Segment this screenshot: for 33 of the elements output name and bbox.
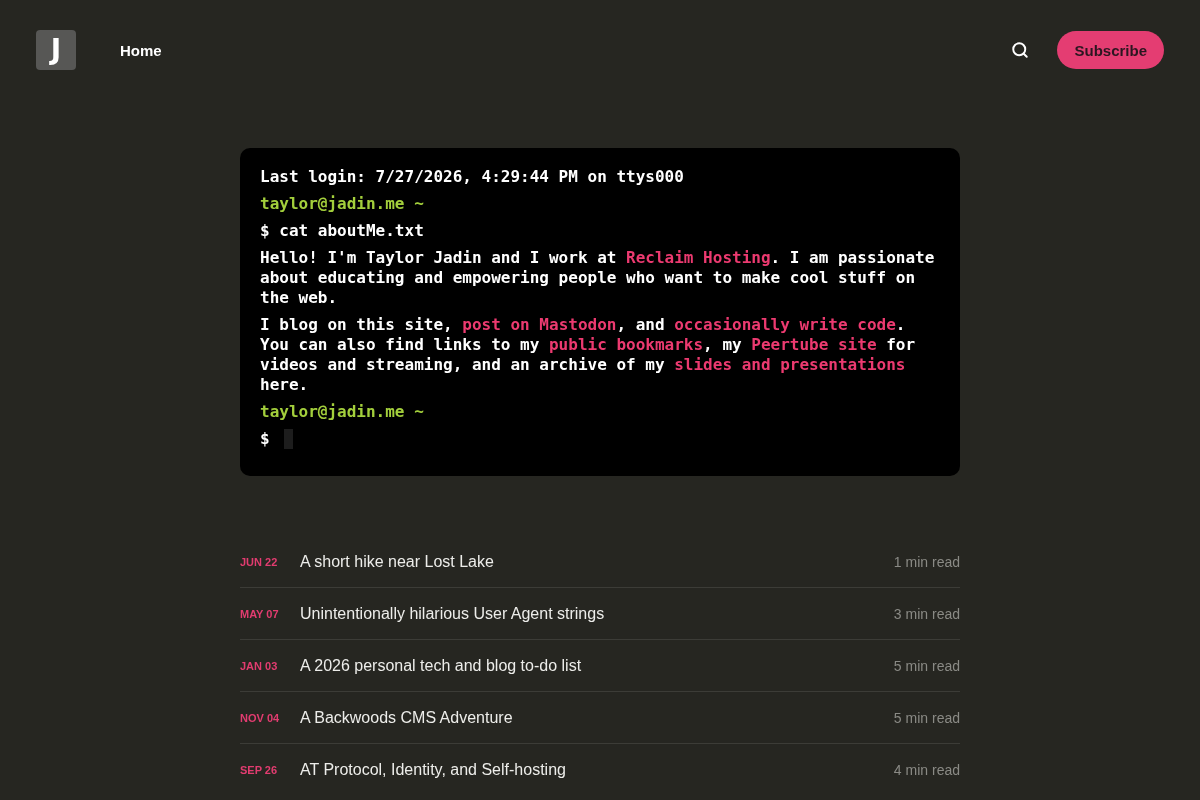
- post-date: SEP 26: [240, 763, 279, 776]
- text-cursor-icon: [283, 429, 293, 449]
- post-title-link[interactable]: A Backwoods CMS Adventure: [300, 708, 513, 727]
- read-time: 5 min read: [893, 709, 960, 726]
- post-title-link[interactable]: AT Protocol, Identity, and Self-hosting: [300, 760, 566, 779]
- terminal-command: $ cat aboutMe.txt: [260, 221, 425, 241]
- terminal-paragraph: I blog on this site, post on Mastodon, and occasionally write code. You can also find links to my public bookmarks, my Peertube site for videos and streaming, and an archive of my slides and presentations here.: [260, 315, 917, 395]
- subscribe-button[interactable]: Subscribe: [1057, 31, 1164, 69]
- read-time: 5 min read: [893, 657, 960, 674]
- search-icon[interactable]: [1011, 41, 1030, 59]
- text-link[interactable]: Reclaim Hosting: [626, 248, 771, 267]
- terminal-prompt-symbol: $: [260, 429, 270, 449]
- post-title-link[interactable]: A short hike near Lost Lake: [300, 552, 494, 571]
- text-link[interactable]: occasionally write code: [674, 315, 896, 334]
- terminal-paragraph: Hello! I'm Taylor Jadin and I work at Reclaim Hosting. I am passionate about educating and empowering people who want to make cool stuff on the web.: [260, 248, 936, 308]
- terminal-output-line: Last login: 7/27/2026, 4:29:44 PM on ttys000: [260, 167, 685, 187]
- terminal-prompt: taylor@jadin.me ~: [260, 402, 425, 422]
- post-date: MAY 07: [240, 607, 280, 620]
- text-link[interactable]: Peertube site: [751, 335, 877, 354]
- site-logo[interactable]: J: [36, 30, 76, 70]
- post-title-link[interactable]: Unintentionally hilarious User Agent strings: [300, 604, 605, 623]
- terminal-prompt: taylor@jadin.me ~: [260, 194, 425, 214]
- read-time: 4 min read: [893, 761, 960, 778]
- nav-link[interactable]: Home: [120, 41, 162, 59]
- post-date: NOV 04: [240, 711, 281, 724]
- post-date: JUN 22: [240, 555, 279, 568]
- read-time: 3 min read: [893, 605, 960, 622]
- post-title-link[interactable]: A 2026 personal tech and blog to-do list: [300, 656, 582, 675]
- text-link[interactable]: public bookmarks: [549, 335, 704, 354]
- text-link[interactable]: post on Mastodon: [462, 315, 617, 334]
- text-link[interactable]: slides and presentations: [674, 355, 906, 374]
- read-time: 1 min read: [893, 553, 960, 570]
- post-date: JAN 03: [240, 659, 279, 672]
